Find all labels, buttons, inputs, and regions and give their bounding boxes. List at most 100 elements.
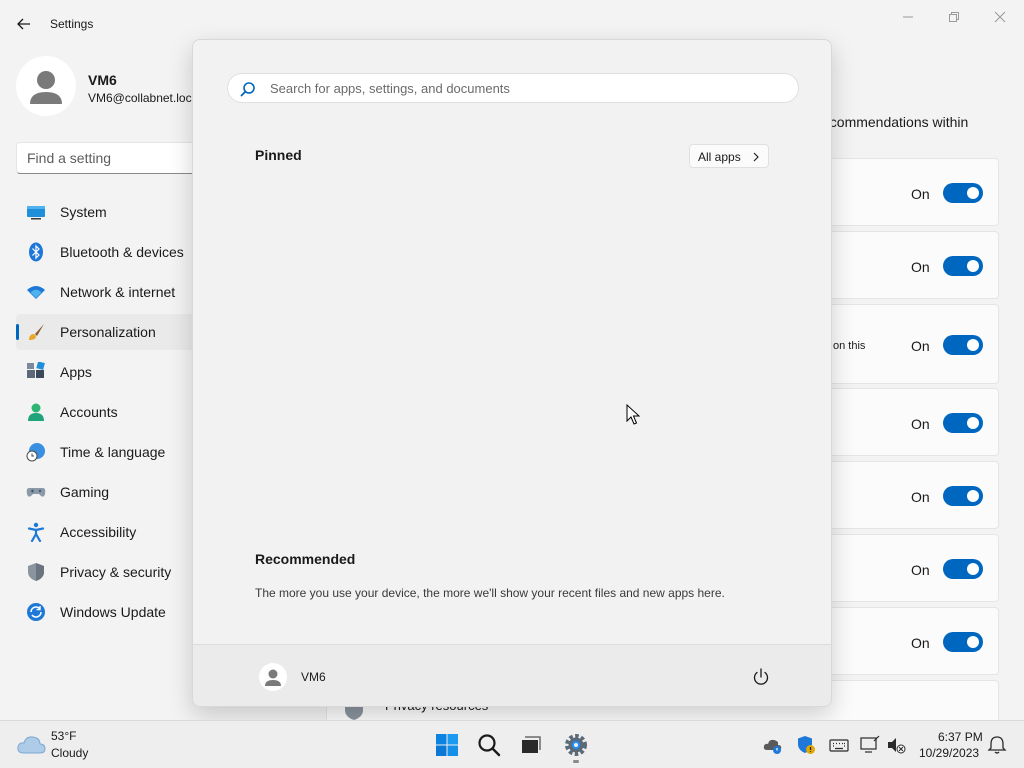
setting-card: On [826, 534, 999, 602]
running-indicator [573, 760, 579, 763]
search-icon [478, 734, 501, 757]
user-avatar[interactable] [16, 56, 76, 116]
task-view-icon [522, 736, 541, 753]
search-placeholder: Search for apps, settings, and documents [270, 81, 510, 96]
weather-condition[interactable]: Cloudy [51, 746, 88, 760]
nav-item-windows-update[interactable]: Windows Update [16, 594, 196, 630]
maximize-button[interactable] [936, 6, 972, 28]
close-button[interactable] [982, 6, 1018, 28]
person-icon [265, 669, 281, 686]
minimize-button[interactable] [890, 6, 926, 28]
setting-card: On [826, 607, 999, 675]
person-icon [30, 71, 62, 104]
nav-item-accounts[interactable]: Accounts [16, 394, 196, 430]
clock-time[interactable]: 6:37 PM [938, 730, 983, 744]
security-shield-icon[interactable] [796, 735, 816, 755]
nav-item-personalization[interactable]: Personalization [16, 314, 196, 350]
restore-icon [949, 12, 959, 22]
find-setting-placeholder: Find a setting [27, 150, 112, 166]
toggle-switch[interactable] [943, 559, 983, 579]
notification-bell-icon[interactable] [987, 735, 1007, 755]
close-icon [994, 11, 1006, 23]
start-footer: VM6 [193, 644, 831, 706]
nav-label: Time & language [60, 444, 166, 460]
recommended-message: The more you use your device, the more w… [255, 586, 725, 600]
cloud-icon[interactable] [16, 733, 46, 755]
all-apps-label: All apps [698, 150, 741, 164]
windows-logo-icon [436, 734, 458, 756]
volume-muted-icon[interactable] [886, 735, 906, 755]
setting-card: On [826, 388, 999, 456]
start-menu: Search for apps, settings, and documents… [192, 39, 832, 707]
toggle-state-label: On [911, 338, 930, 354]
start-user-avatar[interactable] [259, 663, 287, 691]
nav-item-bluetooth[interactable]: Bluetooth & devices [16, 234, 196, 270]
start-search-input[interactable]: Search for apps, settings, and documents [227, 73, 799, 103]
chevron-right-icon [753, 152, 759, 162]
monitor-icon [27, 206, 45, 220]
brush-icon [29, 324, 44, 340]
nav-label: Windows Update [60, 604, 166, 620]
power-button[interactable] [749, 665, 773, 689]
toggle-switch[interactable] [943, 183, 983, 203]
keyboard-icon[interactable] [829, 735, 849, 755]
nav-label: Accounts [60, 404, 118, 420]
nav-item-privacy-security[interactable]: Privacy & security [16, 554, 196, 590]
toggle-state-label: On [911, 259, 930, 275]
minimize-icon [903, 16, 913, 18]
nav-label: Apps [60, 364, 92, 380]
taskbar-settings-app[interactable] [558, 727, 594, 763]
nav-label: Accessibility [60, 524, 137, 540]
toggle-state-label: On [911, 416, 930, 432]
start-button[interactable] [429, 727, 465, 763]
taskbar-search-button[interactable] [471, 727, 507, 763]
nav-item-network[interactable]: Network & internet [16, 274, 196, 310]
all-apps-button[interactable]: All apps [689, 144, 769, 168]
toggle-switch[interactable] [943, 632, 983, 652]
search-icon [240, 82, 255, 97]
find-setting-input[interactable]: Find a setting [16, 142, 206, 174]
shield-icon [28, 563, 44, 581]
toggle-switch[interactable] [943, 486, 983, 506]
globe-clock-icon [26, 443, 45, 462]
update-icon [27, 603, 45, 621]
nav-label: System [60, 204, 107, 220]
gamepad-icon [26, 488, 46, 497]
nav-label: Network & internet [60, 284, 176, 300]
user-email: VM6@collabnet.local [88, 91, 201, 105]
onedrive-sync-icon[interactable] [763, 735, 783, 755]
recommended-heading: Recommended [255, 551, 356, 567]
toggle-switch[interactable] [943, 335, 983, 355]
wifi-icon [27, 286, 45, 299]
setting-card: on this On [826, 304, 999, 384]
weather-temperature[interactable]: 53°F [51, 729, 76, 743]
setting-card: On [826, 158, 999, 226]
toggle-state-label: On [911, 635, 930, 651]
power-icon [753, 668, 769, 685]
accessibility-icon [27, 522, 45, 542]
toggle-switch[interactable] [943, 413, 983, 433]
back-arrow-icon [17, 18, 30, 30]
back-button[interactable] [14, 14, 34, 34]
mouse-cursor-icon [626, 404, 640, 425]
nav-item-accessibility[interactable]: Accessibility [16, 514, 196, 550]
nav-label: Personalization [60, 324, 156, 340]
toggle-switch[interactable] [943, 256, 983, 276]
task-view-button[interactable] [513, 727, 549, 763]
network-monitor-icon[interactable] [860, 735, 880, 755]
toggle-state-label: On [911, 562, 930, 578]
nav-label: Gaming [60, 484, 110, 500]
nav-item-system[interactable]: System [16, 194, 196, 230]
setting-card: On [826, 461, 999, 529]
setting-card: On [826, 231, 999, 299]
taskbar: 53°F Cloudy 6:37 PM 10/29/2023 [0, 720, 1024, 768]
clock-date[interactable]: 10/29/2023 [919, 746, 979, 760]
nav-item-gaming[interactable]: Gaming [16, 474, 196, 510]
pinned-heading: Pinned [255, 147, 302, 163]
nav-item-time-language[interactable]: Time & language [16, 434, 196, 470]
toggle-state-label: On [911, 489, 930, 505]
nav-item-apps[interactable]: Apps [16, 354, 196, 390]
nav-label: Privacy & security [60, 564, 172, 580]
start-user-name[interactable]: VM6 [301, 670, 326, 684]
setting-card-subtext: on this [833, 340, 866, 352]
